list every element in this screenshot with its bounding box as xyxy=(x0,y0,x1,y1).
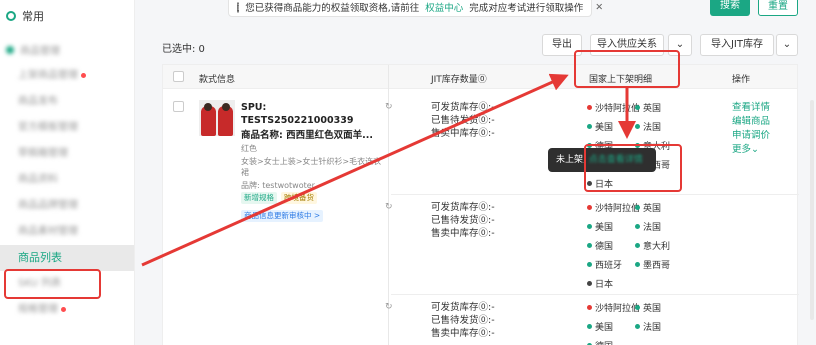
annotation-arrows xyxy=(141,73,636,267)
arrow-to-header xyxy=(141,73,569,267)
app-root: 常用 商品管理 上架商品管理 商品发布 官方模板管理 草稿箱管理 商品资料 商品… xyxy=(0,0,816,345)
